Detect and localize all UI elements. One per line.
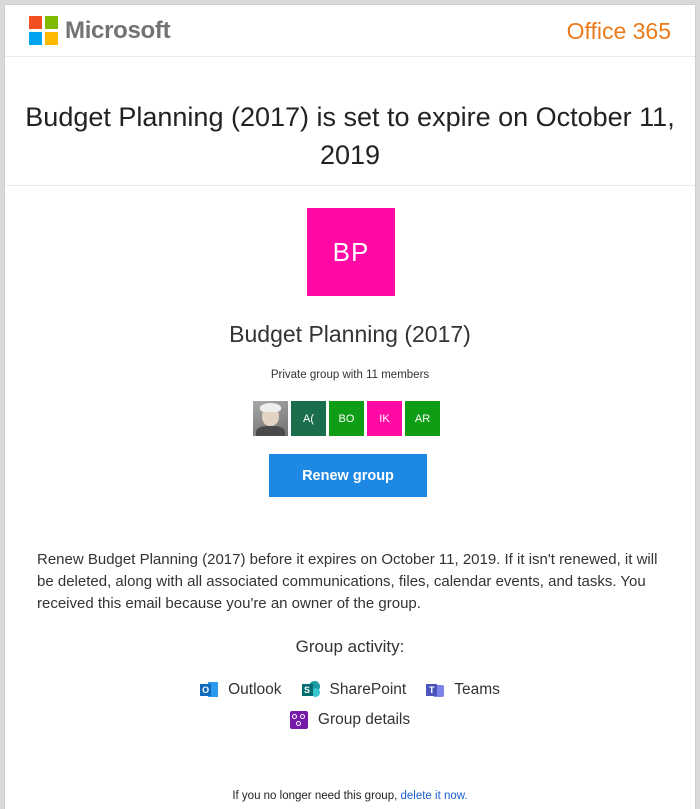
group-details-label: Group details bbox=[317, 711, 411, 728]
outlook-link-label: Outlook bbox=[228, 681, 282, 698]
renew-group-button[interactable]: Renew group bbox=[269, 454, 427, 497]
sharepoint-link-label: SharePoint bbox=[329, 681, 407, 698]
teams-icon: T bbox=[426, 681, 445, 699]
footer: If you no longer need this group, delete… bbox=[5, 790, 695, 802]
outlook-icon: O bbox=[200, 681, 219, 699]
group-name: Budget Planning (2017) bbox=[229, 321, 471, 347]
sharepoint-icon: S bbox=[301, 681, 320, 699]
email-body: Microsoft Office 365 Budget Planning (20… bbox=[4, 4, 696, 809]
divider bbox=[5, 185, 695, 186]
email-title: Budget Planning (2017) is set to expire … bbox=[25, 102, 675, 170]
outlook-link[interactable]: O Outlook bbox=[200, 681, 282, 699]
product-name: Office 365 bbox=[566, 18, 671, 44]
group-details-row: Group details bbox=[5, 711, 695, 729]
teams-link[interactable]: T Teams bbox=[426, 681, 500, 699]
member-avatar: IK bbox=[367, 401, 402, 436]
member-avatar: BO bbox=[329, 401, 364, 436]
brand-name: Microsoft bbox=[65, 17, 171, 44]
teams-link-label: Teams bbox=[454, 681, 500, 698]
sharepoint-link[interactable]: S SharePoint bbox=[301, 681, 407, 699]
group-activity-links: O Outlook S SharePoint T Teams bbox=[5, 681, 695, 699]
member-avatar: AR bbox=[405, 401, 440, 436]
group-avatar: BP bbox=[307, 208, 395, 296]
group-details-link[interactable]: Group details bbox=[289, 711, 411, 729]
member-avatars: A( BO IK AR bbox=[253, 401, 443, 437]
email-header: Microsoft Office 365 bbox=[5, 5, 695, 57]
delete-group-link[interactable]: delete it now. bbox=[401, 790, 468, 802]
member-avatar-photo bbox=[253, 401, 288, 436]
footer-text: If you no longer need this group, bbox=[232, 790, 401, 802]
microsoft-logo-icon bbox=[29, 16, 58, 45]
group-activity-heading: Group activity: bbox=[295, 637, 405, 656]
expiry-explanation: Renew Budget Planning (2017) before it e… bbox=[37, 551, 658, 612]
group-details-icon bbox=[289, 711, 308, 729]
member-avatar: A( bbox=[291, 401, 326, 436]
group-member-count: Private group with 11 members bbox=[270, 369, 430, 381]
